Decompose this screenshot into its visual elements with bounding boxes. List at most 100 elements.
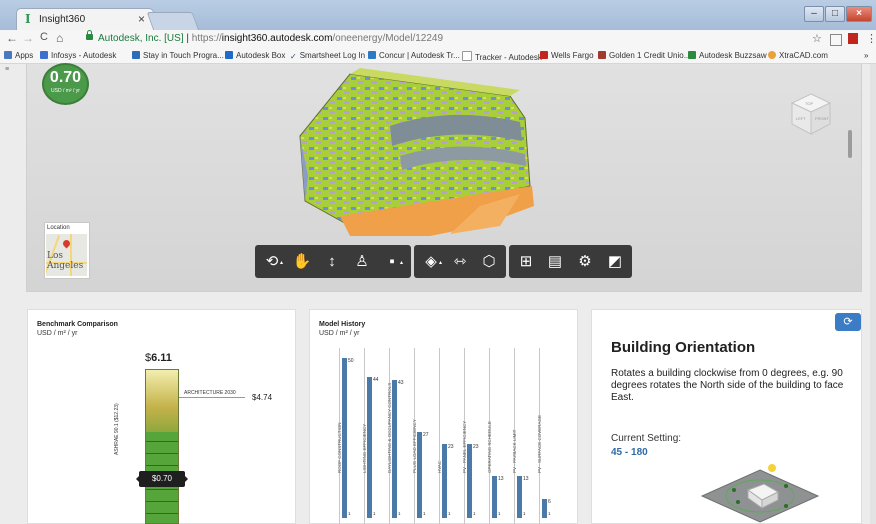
bookmark-infosys[interactable]: Infosys - Autodesk [40,51,116,60]
energy-cost-score-badge[interactable]: 0.70 USD / m² / yr [42,63,89,105]
history-gridline [439,348,440,524]
infosys-icon [40,51,48,59]
apps-icon [4,51,12,59]
history-bar-value: 27 [423,431,429,438]
wells-fargo-icon [540,51,548,59]
model-browser-icon[interactable]: ◈ ▴ [416,245,446,278]
history-bar-base: 1 [448,511,451,516]
bookmark-wells-fargo[interactable]: Wells Fargo [540,51,594,60]
insight360-favicon-icon: I [25,12,31,26]
history-bar[interactable] [517,476,522,518]
view-cube[interactable]: TOP LEFT FRONT [790,92,832,136]
history-bar-base: 1 [473,511,476,516]
history-bar[interactable] [417,431,422,518]
bookmark-autodesk-box[interactable]: Autodesk Box [225,51,285,60]
fullscreen-icon[interactable]: ◩ [600,245,630,278]
history-bar-base: 1 [548,511,551,516]
zoom-tool-icon[interactable]: ↕ [317,245,347,278]
orientation-preview[interactable] [700,462,820,524]
buzzsaw-icon [688,51,696,59]
current-model-marker[interactable]: $0.70 [136,471,188,487]
settings-toolbar: ⊞ ▤ ⚙ ◩ [509,245,632,278]
bookmarks-overflow[interactable]: » [864,51,868,60]
bookmark-stay-in-touch[interactable]: Stay in Touch Progra... [132,51,224,60]
camera-tool-icon[interactable]: ▪ ▴ [377,245,407,278]
viewer-side-handle[interactable] [848,130,852,158]
home-icon[interactable]: ⌂ [56,31,63,45]
history-bar-label: PV - PANEL EFFICIENCY [462,420,467,473]
ashrae-label: ASHRAE 90.1 ($12.23) [114,403,120,455]
architecture-2030-label: ARCHITECTURE 2030 [184,390,236,396]
section-box-icon[interactable]: ⬡ [474,245,504,278]
location-map[interactable]: Los Angeles [46,234,87,276]
bookmark-buzzsaw[interactable]: Autodesk Buzzsaw [688,51,767,60]
concur-icon [368,51,376,59]
architecture-2030-value: $4.74 [252,393,273,402]
history-bar[interactable] [367,377,372,518]
browser-tab[interactable]: I Insight360 × [16,8,154,30]
forward-icon[interactable]: → [22,31,34,45]
history-bar-base: 1 [398,511,401,516]
orientation-description: Rotates a building clockwise from 0 degr… [611,368,844,403]
history-bar[interactable] [492,476,497,518]
close-window-button[interactable]: × [846,6,872,22]
history-bar[interactable] [467,444,472,518]
url-field[interactable]: Autodesk, Inc. [US] | https://insight360… [98,33,443,44]
settings-gear-icon[interactable]: ⚙ [570,245,600,278]
bookmark-xtracad[interactable]: XtraCAD.com [768,51,828,60]
benchmark-title: Benchmark Comparison [37,321,118,328]
sun-icon [768,464,776,472]
history-bar[interactable] [542,498,547,518]
maximize-button[interactable]: □ [825,6,845,22]
extension-icon[interactable] [830,34,842,46]
tab-close-icon[interactable]: × [138,12,145,26]
building-model[interactable] [280,66,580,236]
history-bar-base: 1 [348,511,351,516]
page-scrollbar[interactable] [870,64,876,524]
benchmark-top-value: $6.11 [145,352,172,364]
pdf-extension-icon[interactable] [848,33,858,44]
bookmark-smartsheet[interactable]: ✓ Smartsheet Log In [290,51,365,61]
history-bar-label: HVAC [437,460,442,473]
new-tab-button[interactable] [146,12,200,31]
xtracad-icon [768,51,776,59]
history-bar[interactable] [392,380,397,518]
history-bar-label: PLUG LOAD EFFICIENCY [412,419,417,473]
history-bar-value: 23 [473,444,479,451]
navigation-toolbar: ⟲ ▴ ✋ ↕ ♙ ▪ ▴ [255,245,411,278]
box-icon [225,51,233,59]
history-bar-value: 23 [448,444,454,451]
history-bar-base: 1 [373,511,376,516]
bookmark-concur[interactable]: Concur | Autodesk Tr... [368,51,460,60]
minimize-button[interactable]: – [804,6,824,22]
history-bar-base: 1 [423,511,426,516]
bookmark-tracker[interactable]: Tracker - Autodesk [462,51,542,62]
history-bar-label: DAYLIGHTING & OCCUPANCY CONTROLS [387,382,392,473]
rotate-icon[interactable]: ⟳ [835,313,861,331]
history-bar[interactable] [342,358,347,518]
history-unit: USD / m² / yr [319,330,360,337]
email-icon [132,51,140,59]
menu-icon[interactable]: ⋮ [866,32,876,45]
document-icon [462,51,472,61]
browser-tab-strip: I Insight360 × – □ × [0,0,876,31]
address-bar-row: ← → C ⌂ Autodesk, Inc. [US] | https://in… [0,30,876,48]
history-bar[interactable] [442,444,447,518]
lock-icon [86,30,93,40]
history-bar-label: PV - PAYBACK LIMIT [512,429,517,473]
current-setting-label: Current Setting: [611,433,682,444]
pan-tool-icon[interactable]: ✋ [287,245,317,278]
walk-tool-icon[interactable]: ♙ [347,245,377,278]
location-widget[interactable]: Location Los Angeles [44,222,90,279]
score-value: 0.70 [49,69,82,86]
bookmark-golden1[interactable]: Golden 1 Credit Unio... [598,51,690,60]
back-icon[interactable]: ← [6,31,18,45]
orbit-tool-icon[interactable]: ⟲ ▴ [257,245,287,278]
measure-tool-icon[interactable]: ⇿ [445,245,475,278]
structure-icon[interactable]: ⊞ [511,245,541,278]
properties-icon[interactable]: ▤ [540,245,570,278]
bookmark-apps[interactable]: Apps [4,51,33,60]
star-icon[interactable]: ☆ [812,32,822,45]
history-bar-value: 13 [498,476,504,483]
reload-icon[interactable]: C [40,31,48,43]
